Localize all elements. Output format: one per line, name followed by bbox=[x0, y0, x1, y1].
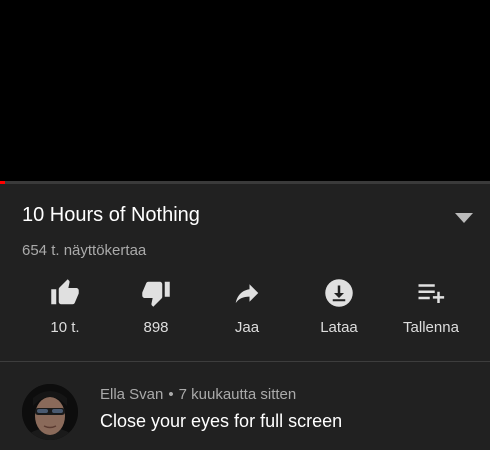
save-label: Tallenna bbox=[403, 319, 459, 336]
dislike-button[interactable]: 898 bbox=[111, 272, 201, 342]
share-button[interactable]: Jaa bbox=[202, 272, 292, 342]
avatar[interactable] bbox=[22, 384, 78, 440]
chevron-down-icon[interactable] bbox=[454, 212, 474, 224]
like-button[interactable]: 10 t. bbox=[20, 272, 110, 342]
avatar-image bbox=[22, 384, 78, 440]
view-count: 654 t. näyttökertaa bbox=[22, 242, 147, 259]
comment-time: 7 kuukautta sitten bbox=[178, 386, 297, 403]
meta-separator: • bbox=[168, 386, 174, 403]
action-bar: 10 t. 898 Jaa Lataa Tallenna bbox=[0, 272, 490, 342]
video-title[interactable]: 10 Hours of Nothing bbox=[22, 204, 200, 227]
comment-text[interactable]: Close your eyes for full screen bbox=[100, 411, 342, 432]
watch-page: 10 Hours of Nothing 654 t. näyttökertaa … bbox=[0, 0, 490, 450]
comment-author[interactable]: Ella Svan bbox=[100, 386, 163, 403]
comment-meta: Ella Svan • 7 kuukautta sitten bbox=[100, 386, 296, 403]
save-button[interactable]: Tallenna bbox=[386, 272, 476, 342]
download-icon bbox=[325, 279, 353, 307]
download-label: Lataa bbox=[320, 319, 358, 336]
progress-bar-fill bbox=[0, 181, 5, 184]
dislike-count: 898 bbox=[143, 319, 169, 336]
thumbs-down-icon bbox=[142, 281, 170, 307]
thumbs-up-icon bbox=[51, 279, 79, 305]
playlist-add-icon bbox=[418, 284, 445, 303]
video-player[interactable] bbox=[0, 0, 490, 181]
divider bbox=[0, 361, 490, 362]
like-count: 10 t. bbox=[50, 319, 80, 336]
download-button[interactable]: Lataa bbox=[294, 272, 384, 342]
progress-bar[interactable] bbox=[0, 181, 490, 184]
share-label: Jaa bbox=[234, 319, 260, 336]
share-icon bbox=[235, 284, 259, 303]
